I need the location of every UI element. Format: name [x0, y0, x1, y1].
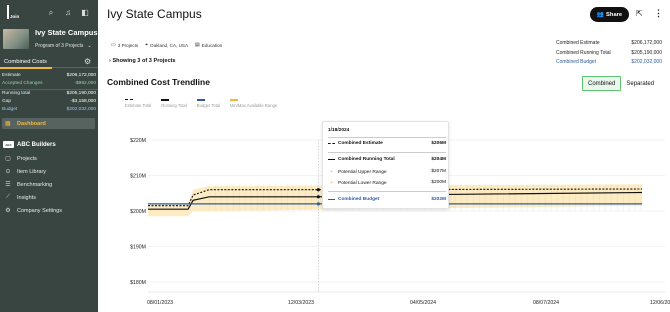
sidebar-item-dashboard[interactable]: ▦ Dashboard — [2, 118, 95, 129]
metric-budget: Budget $202,032,000 — [2, 107, 96, 112]
chevron-right-icon: › — [109, 58, 111, 64]
chip-location: ⌖ Oakland, CA, USA — [145, 42, 189, 48]
page-title: Ivy State Campus — [107, 7, 202, 21]
tooltip-row-estimate: Combined Estimate $206M — [328, 141, 446, 146]
y-tick-label: $210M — [130, 173, 146, 179]
company-header[interactable]: ABC ABC Builders — [3, 141, 56, 148]
folder-icon: ▭ — [111, 42, 116, 48]
y-tick-label: $180M — [130, 280, 146, 286]
projects-icon: ▢ — [5, 156, 11, 162]
toggle-combined[interactable]: Combined — [582, 76, 622, 91]
project-switcher[interactable]: Program of 3 Projects ⌄ — [35, 43, 92, 49]
join-logo[interactable]: Join — [5, 5, 19, 21]
summary-combined-estimate: Combined Estimate $206,172,000 — [556, 40, 662, 46]
x-tick-label: 08/01/2023 — [147, 300, 173, 306]
tooltip-row-upper-range: + Potential Upper Range $207M — [328, 169, 446, 175]
hover-point-running-total — [316, 195, 320, 199]
x-tick-label: 08/07/2024 — [533, 300, 559, 306]
chart-legend: Estimate Total Running Total Budget Tota… — [125, 99, 277, 108]
legend-estimate-total: Estimate Total — [125, 99, 151, 108]
tooltip-row-budget: Combined Budget $202M — [328, 197, 446, 202]
share-button[interactable]: 👥 Share — [590, 7, 629, 22]
project-name: Ivy State Campus — [35, 28, 98, 37]
legend-budget-total: Budget Total — [196, 99, 220, 108]
settings-icon: ⚙ — [5, 208, 11, 214]
dashboard-icon: ▦ — [5, 121, 11, 127]
projects-filter-toggle[interactable]: › Showing 3 of 3 Projects — [109, 58, 176, 64]
main-content: Ivy State Campus 👥 Share ⇱ ⋮ ▭ 3 Projects … — [98, 0, 670, 312]
sidebar-item-projects[interactable]: ▢ Projects — [4, 155, 37, 163]
x-tick-label: 04/05/2024 — [410, 300, 436, 306]
sidebar-collapse-icon[interactable]: ◧ — [81, 8, 89, 18]
company-logo: ABC — [3, 141, 14, 148]
y-tick-label: $200M — [130, 209, 146, 215]
sidebar-item-item-library[interactable]: ⊙ Item Library — [4, 168, 46, 176]
metric-running-total: Running total $205,190,000 — [2, 91, 96, 96]
chart-title: Combined Cost Trendline — [107, 77, 210, 87]
metric-estimate: Estimate $206,172,000 — [2, 73, 96, 78]
toggle-separated[interactable]: Separated — [621, 76, 659, 91]
plus-icon: + — [330, 169, 333, 175]
export-icon[interactable]: ⇱ — [636, 9, 643, 18]
hover-point-budget — [316, 202, 320, 206]
summary-panel: Combined Estimate $206,172,000 Combined R… — [556, 40, 662, 69]
item-library-icon: ⊙ — [5, 169, 11, 175]
sidebar-item-insights[interactable]: ⟋ Insights — [4, 194, 36, 201]
x-tick-label: 12/06/2024 — [650, 300, 670, 306]
search-icon[interactable]: ⌕ — [47, 8, 55, 18]
legend-min-max-range: Min/Max Available Range — [230, 99, 277, 108]
sidebar-item-benchmarking[interactable]: ☰ Benchmarking — [4, 181, 52, 189]
project-thumbnail — [3, 29, 29, 49]
legend-running-total: Running Total — [161, 99, 187, 108]
insights-icon: ⟋ — [5, 194, 11, 200]
benchmarking-icon: ☰ — [5, 182, 11, 188]
y-tick-label: $190M — [130, 244, 146, 250]
metric-gap: Gap -$3,158,000 — [2, 99, 96, 104]
tooltip-row-running-total: Combined Running Total $204M — [328, 157, 446, 162]
building-icon: ▤ — [195, 42, 200, 48]
share-icon: 👥 — [596, 11, 605, 18]
location-icon: ⌖ — [145, 42, 148, 48]
x-tick-label: 12/03/2023 — [288, 300, 314, 306]
summary-combined-budget: Combined Budget $202,032,000 — [556, 59, 662, 65]
metric-accepted-changes: Accepted Changes -$982,000 — [2, 81, 96, 86]
tooltip-date: 1/18/2024 — [328, 128, 350, 133]
more-options-icon[interactable]: ⋮ — [654, 8, 663, 19]
bell-icon[interactable]: ♫ — [64, 8, 72, 18]
gear-icon[interactable]: ⚙ — [84, 57, 91, 66]
chip-projects-count: ▭ 3 Projects — [111, 42, 139, 48]
hover-point-estimate — [316, 188, 320, 192]
tab-combined-costs[interactable]: Combined Costs ⚙ — [0, 56, 98, 69]
view-toggle: Combined Separated — [582, 76, 659, 91]
chip-type: ▤ Education — [195, 42, 223, 48]
y-tick-label: $220M — [130, 138, 146, 144]
sidebar-item-company-settings[interactable]: ⚙ Company Settings — [4, 207, 62, 215]
summary-combined-running-total: Combined Running Total $205,190,000 — [556, 49, 662, 56]
sidebar: Join ⌕ ♫ ◧ Ivy State Campus Program of 3… — [0, 0, 98, 312]
plus-icon: + — [330, 180, 333, 186]
chart-tooltip: 1/18/2024 Combined Estimate $206M Combine… — [322, 121, 449, 209]
tooltip-row-lower-range: + Potential Lower Range $200M — [328, 180, 446, 186]
chevron-down-icon: ⌄ — [87, 43, 92, 49]
